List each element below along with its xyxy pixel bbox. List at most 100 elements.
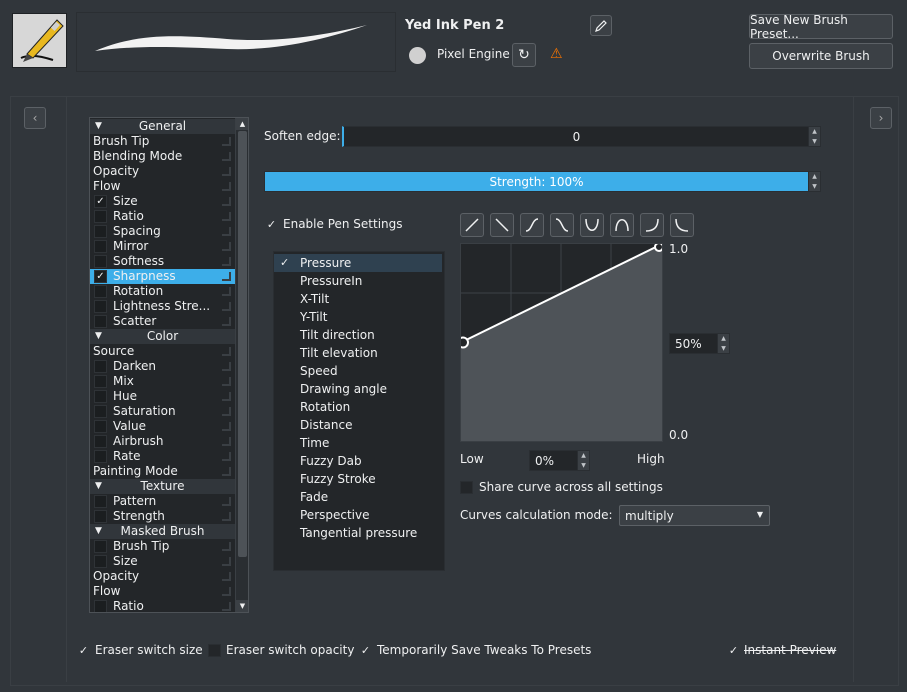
lock-icon[interactable] [222, 362, 231, 371]
expand-triangle-icon[interactable]: ▼ [95, 524, 102, 539]
lock-icon[interactable] [222, 542, 231, 551]
lock-icon[interactable] [222, 422, 231, 431]
sensor-list[interactable]: ✓ Pressure PressureIn X-Tilt Y-Tilt Tilt dire… [273, 251, 445, 571]
lock-icon[interactable] [222, 287, 231, 296]
option-item[interactable]: Spacing [90, 224, 235, 239]
curve-editor[interactable] [457, 242, 664, 442]
curve-u-button[interactable] [580, 213, 604, 237]
scroll-thumb[interactable] [238, 131, 247, 557]
instant-preview-checkbox[interactable]: ✓ [727, 644, 740, 657]
option-item[interactable]: Darken [90, 359, 235, 374]
sensor-item[interactable]: Time [274, 434, 442, 452]
option-checkbox[interactable] [94, 495, 107, 508]
option-item[interactable]: Strength [90, 509, 235, 524]
expand-triangle-icon[interactable]: ▼ [95, 329, 102, 344]
eraser-switch-size-checkbox[interactable]: ✓ [77, 644, 90, 657]
curve-point[interactable] [654, 242, 664, 252]
enable-pen-settings-checkbox[interactable]: ✓ [265, 218, 278, 231]
curve-point[interactable] [457, 336, 469, 349]
option-item[interactable]: Mix [90, 374, 235, 389]
option-item[interactable]: Blending Mode [90, 149, 235, 164]
option-checkbox[interactable] [94, 360, 107, 373]
lock-icon[interactable] [222, 452, 231, 461]
sensor-item[interactable]: Speed [274, 362, 442, 380]
soften-edge-stepper[interactable]: ▲ ▼ [808, 127, 820, 146]
sensor-item[interactable]: Fade [274, 488, 442, 506]
options-scrollbar[interactable]: ▲ ▼ [235, 118, 248, 612]
lock-icon[interactable] [222, 512, 231, 521]
option-item[interactable]: Airbrush [90, 434, 235, 449]
curves-mode-select[interactable]: multiply ▼ [619, 505, 770, 526]
option-item[interactable]: Value [90, 419, 235, 434]
lock-icon[interactable] [222, 572, 231, 581]
curve-value-input[interactable]: 50% ▲ ▼ [669, 333, 730, 354]
sensor-item[interactable]: ✓ Pressure [274, 254, 442, 272]
sensor-item[interactable]: Fuzzy Stroke [274, 470, 442, 488]
collapse-right-button[interactable]: › [870, 107, 892, 129]
curve-arch-button[interactable] [610, 213, 634, 237]
option-checkbox[interactable] [94, 240, 107, 253]
lock-icon[interactable] [222, 197, 231, 206]
option-item[interactable]: Opacity [90, 569, 235, 584]
curve-ease-out-button[interactable] [640, 213, 664, 237]
option-item[interactable]: Scatter [90, 314, 235, 329]
strength-slider[interactable]: Strength: 100% ▲ ▼ [264, 171, 821, 192]
strength-stepper[interactable]: ▲ ▼ [808, 172, 820, 191]
brush-options-list[interactable]: ▼ General Brush Tip Blending Mode Opacity Flo… [89, 117, 249, 613]
option-checkbox[interactable] [94, 420, 107, 433]
sensor-item[interactable]: Perspective [274, 506, 442, 524]
option-item[interactable]: Ratio [90, 209, 235, 224]
option-item[interactable]: Pattern [90, 494, 235, 509]
option-checkbox[interactable] [94, 390, 107, 403]
curve-reverse-linear-button[interactable] [490, 213, 514, 237]
sensor-item[interactable]: PressureIn [274, 272, 442, 290]
option-item[interactable]: Flow [90, 179, 235, 194]
expand-triangle-icon[interactable]: ▼ [95, 479, 102, 494]
curve-s-button[interactable] [520, 213, 544, 237]
option-item[interactable]: Painting Mode [90, 464, 235, 479]
lock-icon[interactable] [222, 242, 231, 251]
option-checkbox[interactable] [94, 600, 107, 612]
option-item[interactable]: ✓ Size [90, 194, 235, 209]
preset-thumbnail[interactable] [12, 13, 67, 68]
option-checkbox[interactable]: ✓ [94, 195, 107, 208]
option-checkbox[interactable] [94, 300, 107, 313]
option-checkbox[interactable] [94, 255, 107, 268]
lock-icon[interactable] [222, 212, 231, 221]
option-item[interactable]: Brush Tip [90, 134, 235, 149]
curve-value-stepper[interactable]: ▲ ▼ [717, 334, 729, 353]
temp-save-tweaks-checkbox[interactable]: ✓ [359, 644, 372, 657]
sensor-item[interactable]: X-Tilt [274, 290, 442, 308]
scroll-up-arrow[interactable]: ▲ [236, 118, 248, 130]
option-item[interactable]: Opacity [90, 164, 235, 179]
lock-icon[interactable] [222, 377, 231, 386]
option-item[interactable]: Flow [90, 584, 235, 599]
option-item[interactable]: Lightness Stre... [90, 299, 235, 314]
option-checkbox[interactable] [94, 435, 107, 448]
sensor-item[interactable]: Tilt direction [274, 326, 442, 344]
lock-icon[interactable] [222, 167, 231, 176]
option-item[interactable]: ✓ Sharpness [90, 269, 235, 284]
lock-icon[interactable] [222, 317, 231, 326]
option-checkbox[interactable] [94, 540, 107, 553]
sensor-item[interactable]: Rotation [274, 398, 442, 416]
curve-low-stepper[interactable]: ▲ ▼ [577, 451, 589, 470]
expand-triangle-icon[interactable]: ▼ [95, 119, 102, 134]
option-checkbox[interactable] [94, 210, 107, 223]
curve-ease-in-button[interactable] [670, 213, 694, 237]
options-section-header[interactable]: ▼ Texture [90, 479, 235, 494]
options-section-header[interactable]: ▼ General [90, 119, 235, 134]
curve-reverse-s-button[interactable] [550, 213, 574, 237]
option-item[interactable]: Source [90, 344, 235, 359]
options-section-header[interactable]: ▼ Color [90, 329, 235, 344]
option-checkbox[interactable] [94, 285, 107, 298]
lock-icon[interactable] [222, 257, 231, 266]
share-curve-checkbox[interactable] [460, 481, 473, 494]
lock-icon[interactable] [222, 497, 231, 506]
lock-icon[interactable] [222, 227, 231, 236]
curve-low-input[interactable]: 0% ▲ ▼ [529, 450, 590, 471]
option-item[interactable]: Ratio [90, 599, 235, 612]
lock-icon[interactable] [222, 437, 231, 446]
overwrite-brush-button[interactable]: Overwrite Brush [749, 43, 893, 69]
option-item[interactable]: Mirror [90, 239, 235, 254]
